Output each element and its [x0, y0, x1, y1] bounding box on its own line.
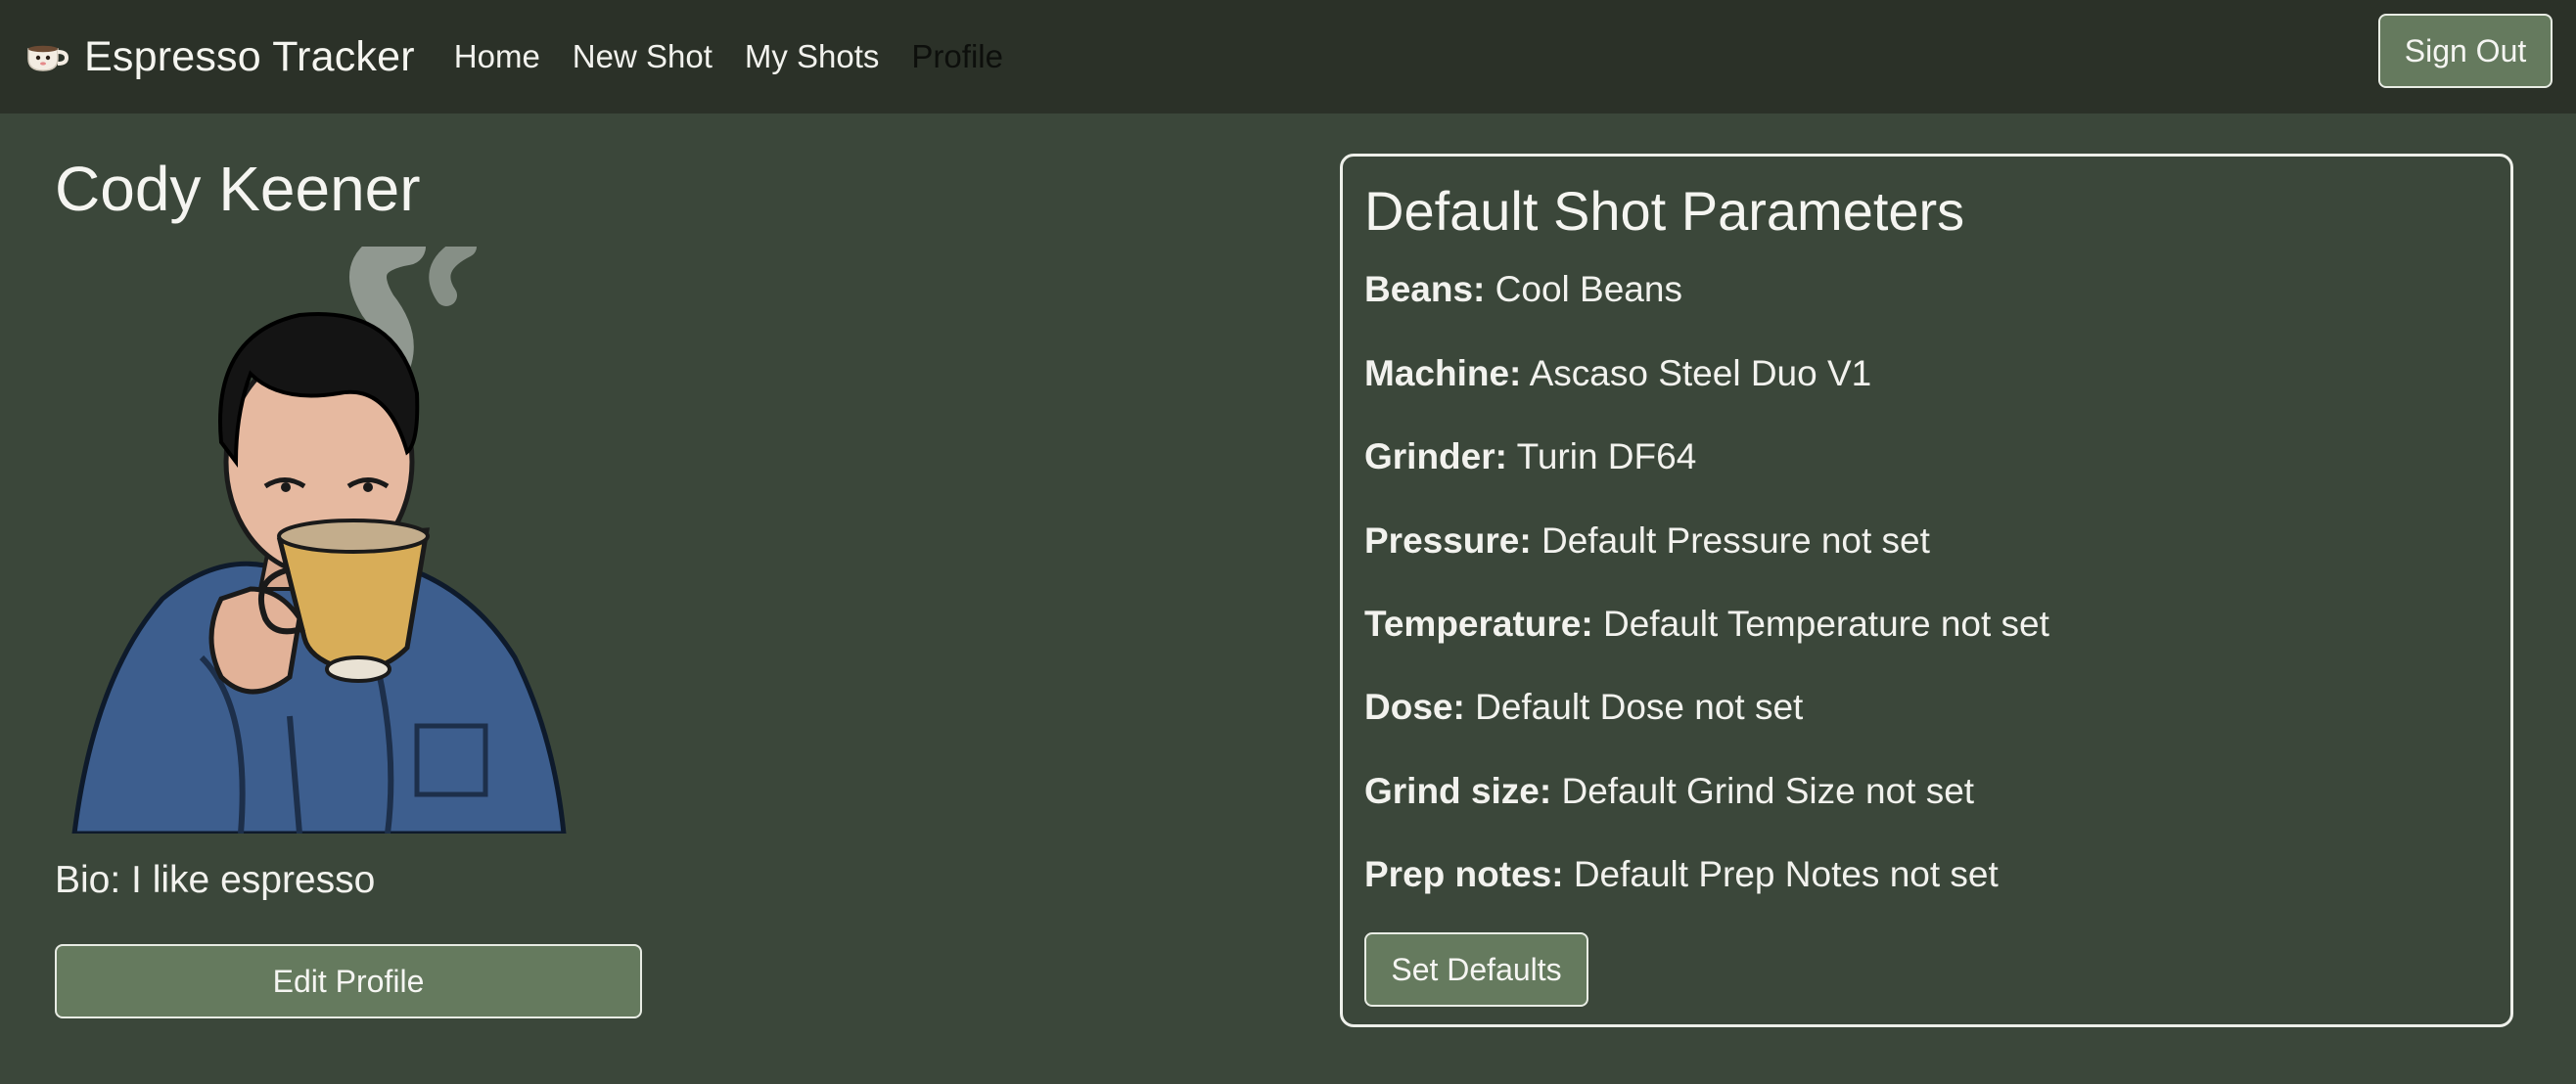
param-label: Grind size:: [1364, 770, 1552, 811]
param-value: Turin DF64: [1516, 436, 1697, 477]
top-navbar: Espresso Tracker Home New Shot My Shots …: [0, 0, 2576, 113]
default-shot-parameters-card: Default Shot Parameters Beans: Cool Bean…: [1340, 154, 2513, 1027]
card-title: Default Shot Parameters: [1364, 180, 1965, 242]
param-temperature: Temperature: Default Temperature not set: [1364, 603, 2489, 646]
param-grind-size: Grind size: Default Grind Size not set: [1364, 770, 2489, 813]
edit-profile-button[interactable]: Edit Profile: [55, 944, 642, 1018]
param-label: Grinder:: [1364, 436, 1507, 477]
param-value: Default Prep Notes not set: [1573, 854, 1999, 895]
param-value: Default Dose not set: [1475, 687, 1804, 728]
nav-link-profile[interactable]: Profile: [911, 38, 1003, 75]
profile-section: Cody Keener Bio: I like espresso Edit Pr…: [55, 147, 642, 1018]
brand-title: Espresso Tracker: [84, 32, 415, 80]
param-beans: Beans: Cool Beans: [1364, 268, 2489, 311]
param-value: Default Grind Size not set: [1561, 770, 1975, 811]
profile-bio: Bio: I like espresso: [55, 859, 376, 901]
param-label: Beans:: [1364, 269, 1486, 310]
param-value: Cool Beans: [1495, 269, 1682, 310]
param-label: Dose:: [1364, 687, 1465, 728]
param-pressure: Pressure: Default Pressure not set: [1364, 519, 2489, 563]
param-value: Default Pressure not set: [1541, 519, 1930, 561]
nav-link-home[interactable]: Home: [454, 38, 540, 75]
nav-links: Home New Shot My Shots Profile: [454, 38, 1035, 75]
nav-link-new-shot[interactable]: New Shot: [573, 38, 713, 75]
set-defaults-button[interactable]: Set Defaults: [1364, 932, 1588, 1007]
param-label: Machine:: [1364, 352, 1522, 393]
param-value: Ascaso Steel Duo V1: [1529, 352, 1872, 393]
param-value: Default Temperature not set: [1603, 603, 2049, 644]
profile-name: Cody Keener: [55, 154, 421, 224]
param-label: Prep notes:: [1364, 854, 1564, 895]
brand-link[interactable]: Espresso Tracker: [25, 33, 415, 81]
param-prep-notes: Prep notes: Default Prep Notes not set: [1364, 853, 2489, 896]
coffee-cup-icon: [25, 37, 70, 76]
param-label: Temperature:: [1364, 603, 1593, 644]
param-machine: Machine: Ascaso Steel Duo V1: [1364, 352, 2489, 395]
param-label: Pressure:: [1364, 519, 1532, 561]
nav-link-my-shots[interactable]: My Shots: [745, 38, 880, 75]
profile-avatar: [55, 228, 642, 836]
param-dose: Dose: Default Dose not set: [1364, 686, 2489, 729]
param-grinder: Grinder: Turin DF64: [1364, 435, 2489, 478]
sign-out-button[interactable]: Sign Out: [2378, 14, 2553, 88]
man-drinking-coffee-illustration: [71, 228, 567, 836]
